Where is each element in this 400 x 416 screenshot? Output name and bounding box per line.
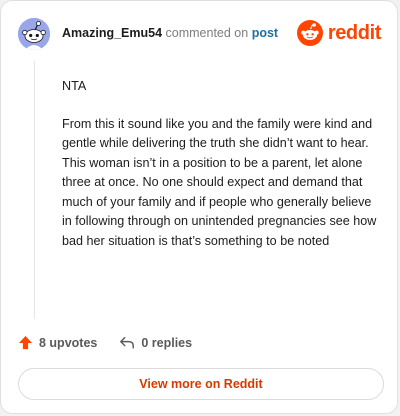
username-link[interactable]: Amazing_Emu54 (62, 26, 162, 40)
comment-paragraph: From this it sound like you and the fami… (62, 116, 377, 248)
upvotes-count: 8 upvotes (39, 335, 98, 350)
user-avatar[interactable] (18, 18, 50, 50)
reddit-wordmark: reddit (327, 21, 382, 44)
post-link[interactable]: post (252, 26, 278, 40)
replies-button[interactable]: 0 replies (119, 335, 192, 350)
upvote-arrow-icon (18, 335, 33, 350)
snoo-avatar-icon (18, 18, 50, 50)
comment-header: Amazing_Emu54 commented on post (62, 26, 278, 40)
comment-paragraph: NTA (62, 79, 87, 93)
upvote-button[interactable]: 8 upvotes (18, 335, 97, 350)
view-more-button[interactable]: View more on Reddit (18, 368, 384, 400)
action-text: commented on (165, 26, 249, 40)
reply-arrow-icon (120, 336, 135, 349)
replies-count: 0 replies (141, 335, 193, 350)
embedded-comment-card: Amazing_Emu54 commented on post reddit N… (0, 0, 398, 414)
reddit-logo[interactable]: reddit (296, 20, 382, 46)
reddit-snoo-icon (296, 20, 323, 46)
comment-footer: 8 upvotes 0 replies (18, 335, 192, 350)
thread-line (34, 61, 35, 319)
comment-body: NTA From this it sound like you and the … (62, 77, 384, 269)
